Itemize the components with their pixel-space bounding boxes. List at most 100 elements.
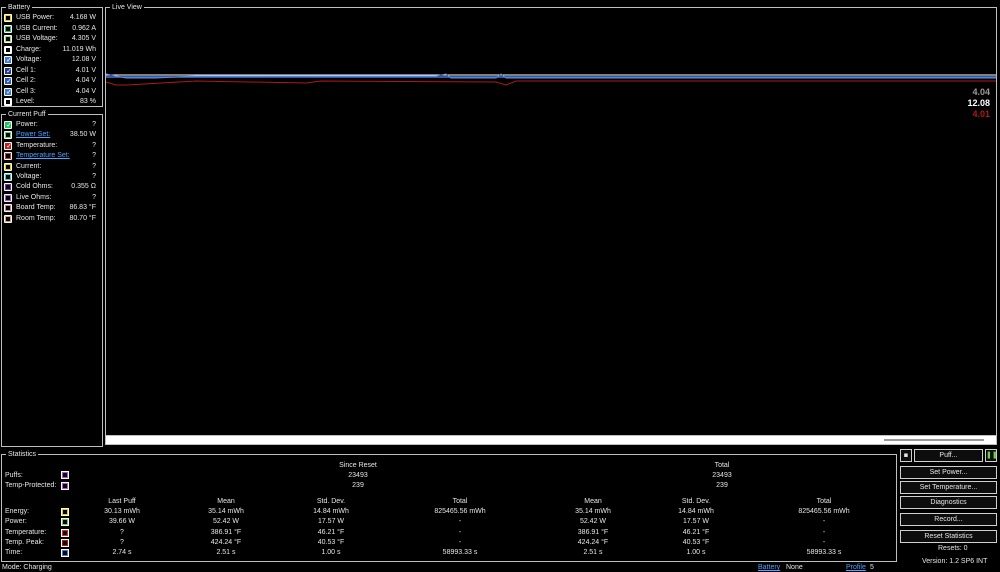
readout-cell-1: 4.01	[972, 109, 990, 119]
list-item: Room Temp: 80.70 °F	[4, 214, 100, 224]
live-view-plot	[106, 73, 996, 86]
battery-title: Battery	[6, 3, 33, 12]
row-label: Voltage:	[16, 56, 42, 63]
chart-scrollbar[interactable]	[106, 435, 996, 444]
stat-cell: 1.00 s	[321, 549, 341, 557]
color-checkbox[interactable]: ✓	[4, 141, 12, 150]
resets-count: Resets: 0	[938, 545, 968, 552]
color-checkbox[interactable]	[4, 183, 12, 192]
temp-protected-label: Temp-Protected:	[5, 482, 57, 489]
color-checkbox[interactable]	[4, 193, 12, 202]
row-value: 4.04 V	[75, 77, 96, 84]
set-temperature-button[interactable]: Set Temperature...	[900, 481, 997, 494]
column-header: Mean	[584, 498, 602, 505]
color-checkbox[interactable]	[4, 131, 12, 140]
puffs-label: Puffs:	[5, 472, 23, 479]
check-icon: ✓	[6, 87, 12, 96]
readout-cell-2: 4.04	[972, 87, 990, 97]
color-checkbox[interactable]	[4, 45, 12, 54]
row-label: Room Temp:	[16, 214, 56, 222]
color-checkbox[interactable]: ✓	[4, 66, 12, 75]
row-label: Live Ohms:	[16, 193, 52, 201]
color-checkbox[interactable]	[4, 173, 12, 181]
row-value: 0.962 A	[72, 24, 96, 32]
row-label: Cell 3:	[16, 87, 36, 95]
row-value: 83 %	[80, 98, 96, 105]
color-checkbox[interactable]: ✓	[4, 77, 12, 85]
color-checkbox[interactable]	[4, 14, 12, 22]
color-checkbox[interactable]: ✓	[4, 121, 12, 129]
column-header: Std. Dev.	[681, 498, 711, 505]
list-item: Level: 83 %	[4, 97, 100, 107]
stat-cell: 52.42 W	[212, 518, 240, 526]
row-value: ?	[92, 162, 96, 170]
battery-status-label: Battery	[758, 564, 781, 571]
stat-cell: 58993.33 s	[442, 549, 478, 557]
list-item: ✓ Power:?	[4, 120, 100, 130]
row-label: Power:	[16, 121, 38, 128]
list-item: USB Voltage: 4.305 V	[4, 34, 100, 44]
color-swatch[interactable]	[61, 482, 69, 490]
list-item: ✓ Cell 3: 4.04 V	[4, 87, 100, 97]
row-value: 80.70 °F	[69, 214, 96, 222]
stat-cell: 825465.56 mWh	[434, 508, 486, 515]
color-checkbox[interactable]	[4, 24, 12, 33]
color-checkbox[interactable]	[4, 152, 12, 161]
color-checkbox[interactable]: ✓	[4, 56, 12, 64]
column-header: Last Puff	[108, 498, 136, 505]
stat-cell: 35.14 mWh	[575, 508, 611, 515]
set-power-button[interactable]: Set Power...	[900, 466, 997, 479]
stat-cell: 52.42 W	[579, 518, 607, 526]
puff-button[interactable]: Puff...	[914, 449, 983, 462]
pin-button[interactable]: ▪	[900, 449, 912, 462]
color-checkbox[interactable]	[4, 214, 12, 223]
row-value: 12.08 V	[71, 56, 96, 63]
color-checkbox[interactable]	[4, 162, 12, 171]
list-item: Power Set: 38.50 W	[4, 130, 100, 140]
color-checkbox[interactable]	[4, 35, 12, 43]
chart-scroll-thumb[interactable]	[884, 439, 984, 441]
live-view-chart: Live View 4.04 12.08 4.01	[105, 3, 997, 445]
setting-link[interactable]: Temperature Set:	[16, 151, 70, 161]
row-label: Voltage:	[16, 173, 42, 180]
record-button[interactable]: Record...	[900, 513, 997, 526]
row-value: 0.355 Ω	[71, 183, 96, 191]
stat-cell: 17.57 W	[317, 518, 345, 526]
row-value: ?	[92, 193, 96, 201]
list-item: Live Ohms:?	[4, 193, 100, 203]
stat-cell: 424.24 °F	[577, 538, 609, 546]
row-value: 38.50 W	[69, 131, 96, 139]
stat-row-label: Temperature:	[5, 528, 47, 536]
row-value: 86.83 °F	[69, 204, 96, 212]
column-header: Total	[816, 498, 832, 505]
diagnostics-button[interactable]: Diagnostics	[900, 496, 997, 509]
list-item: USB Power: 4.168 W	[4, 13, 100, 23]
row-value: 4.168 W	[69, 14, 96, 21]
stat-cell: 40.53 °F	[682, 538, 710, 546]
stat-cell: 14.84 mWh	[678, 508, 714, 515]
color-swatch[interactable]	[61, 471, 69, 479]
current-puff-title: Current Puff	[6, 110, 48, 119]
row-label: Cold Ohms:	[16, 183, 53, 191]
list-item: Charge: 11.019 Wh	[4, 45, 100, 55]
check-icon: ✓	[6, 56, 12, 64]
list-item: ✓ Cell 2: 4.04 V	[4, 76, 100, 86]
row-value: 4.01 V	[75, 66, 96, 74]
color-checkbox[interactable]	[4, 98, 12, 106]
since-reset-header: Since Reset	[339, 462, 377, 469]
stat-cell: -	[458, 518, 462, 526]
stat-cell: 39.66 W	[108, 518, 136, 526]
row-value: 11.019 Wh	[62, 45, 96, 53]
pause-button[interactable]: ❚❚	[985, 449, 998, 462]
stat-row-label: Power:	[5, 518, 27, 526]
stat-cell: 46.21 °F	[682, 528, 710, 536]
cell-1-line	[106, 80, 996, 86]
color-checkbox[interactable]: ✓	[4, 87, 12, 96]
setting-link[interactable]: Power Set:	[16, 130, 50, 140]
row-label: Board Temp:	[16, 204, 56, 212]
reset-statistics-button[interactable]: Reset Statistics	[900, 530, 997, 543]
color-checkbox[interactable]	[4, 204, 12, 213]
list-item: ✓ Temperature:?	[4, 141, 100, 151]
column-header: Mean	[217, 498, 235, 505]
check-icon: ✓	[6, 77, 12, 85]
